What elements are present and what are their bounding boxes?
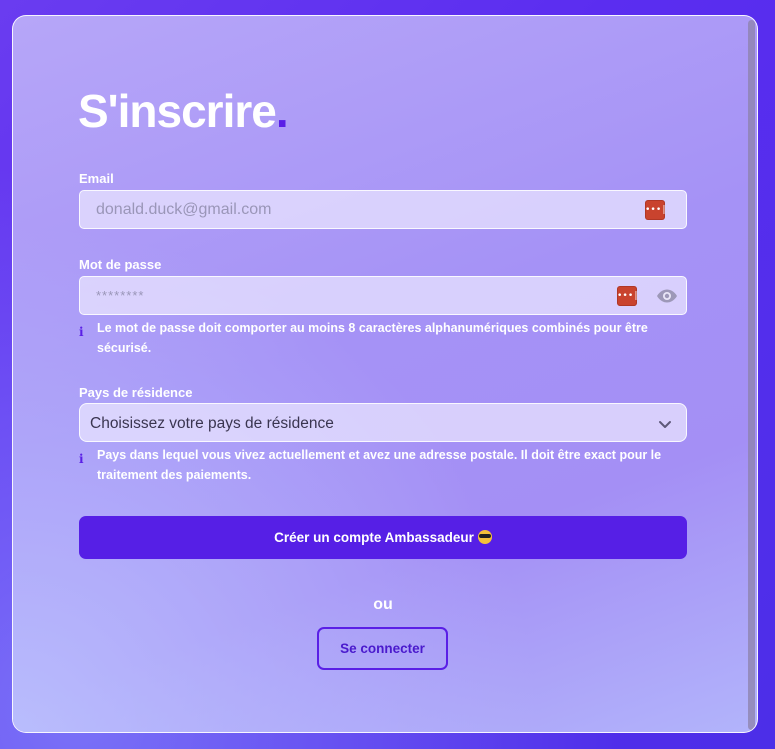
create-account-button[interactable]: Créer un compte Ambassadeur (79, 516, 687, 559)
email-field[interactable]: •••| (79, 190, 687, 229)
password-hint: i Le mot de passe doit comporter au moin… (79, 318, 679, 362)
create-account-label: Créer un compte Ambassadeur (274, 530, 474, 545)
sunglasses-emoji-icon (477, 530, 492, 544)
password-input[interactable] (80, 277, 686, 314)
country-select-value: Choisissez votre pays de résidence (90, 415, 334, 432)
title-text: S'inscrire (78, 85, 277, 137)
country-select[interactable]: Choisissez votre pays de résidence (79, 403, 687, 442)
signup-card: S'inscrire. Email •••| Mot de passe •••|… (12, 15, 758, 733)
login-button[interactable]: Se connecter (317, 627, 448, 670)
info-icon: i (79, 452, 84, 466)
email-label: Email (79, 171, 114, 186)
password-label: Mot de passe (79, 257, 162, 272)
country-label: Pays de résidence (79, 385, 193, 400)
password-hint-text: Le mot de passe doit comporter au moins … (97, 321, 648, 355)
eye-icon[interactable] (656, 288, 678, 304)
chevron-down-icon (658, 417, 672, 428)
title-dot: . (275, 85, 289, 137)
country-hint-text: Pays dans lequel vous vivez actuellement… (97, 448, 662, 482)
password-field[interactable]: •••| (79, 276, 687, 315)
password-manager-icon[interactable]: •••| (645, 200, 667, 220)
info-icon: i (79, 325, 84, 339)
password-manager-icon[interactable]: •••| (617, 286, 639, 306)
email-input[interactable] (80, 191, 686, 228)
page-title: S'inscrire. (78, 84, 289, 138)
country-hint: i Pays dans lequel vous vivez actuelleme… (79, 445, 679, 489)
scrollbar[interactable] (748, 20, 755, 730)
or-separator: ou (373, 596, 393, 613)
